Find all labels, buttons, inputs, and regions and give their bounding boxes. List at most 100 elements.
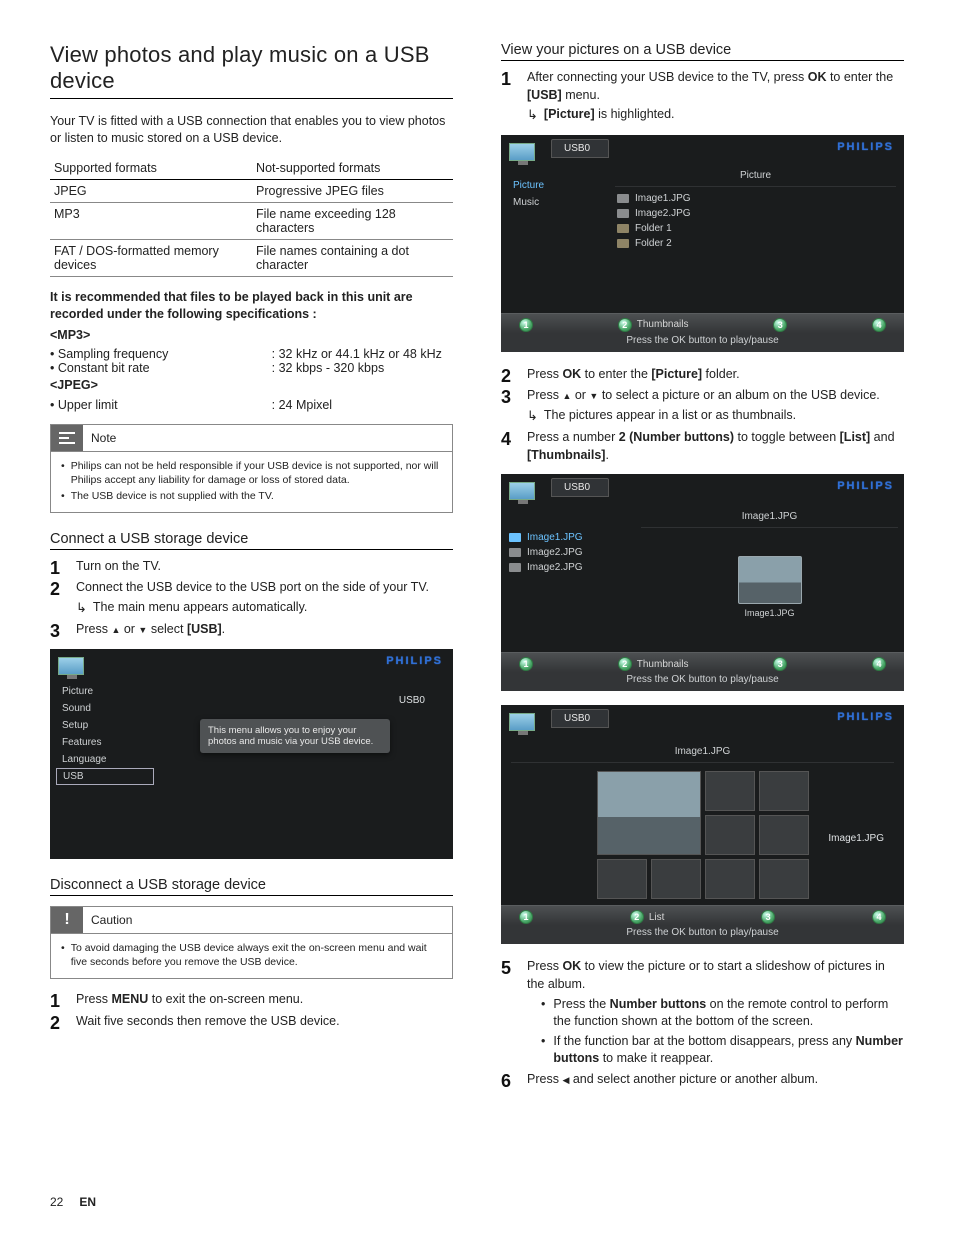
spec-label: Upper limit <box>50 398 272 412</box>
note-icon <box>51 425 83 451</box>
function-bar: 1 2 Thumbnails 3 4 <box>501 652 904 672</box>
usb-tab: USB0 <box>551 139 609 158</box>
step: After connecting your USB device to the … <box>501 69 904 125</box>
num-badge-1: 1 <box>519 910 533 924</box>
mp3-label: <MP3> <box>50 327 453 344</box>
image-preview <box>738 556 802 604</box>
section-connect: Connect a USB storage device <box>50 531 453 550</box>
num-badge-3: 3 <box>773 657 787 671</box>
image-file-icon <box>617 209 629 218</box>
step: Press OK to view the picture or to start… <box>501 958 904 1067</box>
grid-cell <box>759 859 809 899</box>
grid-cell-selected <box>597 771 701 855</box>
bar-label: Thumbnails <box>637 659 689 670</box>
view-steps-c: Press OK to view the picture or to start… <box>501 958 904 1088</box>
num-badge-2: 2 <box>630 910 644 924</box>
menu-item: Features <box>50 734 160 751</box>
note-item: The USB device is not supplied with the … <box>71 489 274 503</box>
tv-screenshot-thumbnail-view: PHILIPS USB0 Image1.JPG Image1.JPG <box>501 705 904 944</box>
folder-icon <box>617 239 629 248</box>
spec-label: Constant bit rate <box>50 361 272 375</box>
file-item: Image2.JPG <box>615 206 896 221</box>
function-bar: 1 2List 3 4 <box>501 905 904 925</box>
result-arrow-icon <box>527 407 538 426</box>
step-bullet: If the function bar at the bottom disapp… <box>553 1033 904 1067</box>
caution-callout: ! Caution To avoid damaging the USB devi… <box>50 906 453 979</box>
num-badge-3: 3 <box>773 318 787 332</box>
num-badge-1: 1 <box>519 657 533 671</box>
menu-item: Sound <box>50 700 160 717</box>
tv-screenshot-usb-picture: PHILIPS USB0 Picture Music Picture Image… <box>501 135 904 352</box>
monitor-icon <box>509 713 535 731</box>
jpeg-label: <JPEG> <box>50 377 453 394</box>
formats-table: Supported formats Not-supported formats … <box>50 157 453 277</box>
file-item: Image1.JPG <box>615 191 896 206</box>
num-badge-2: 2 <box>618 318 632 332</box>
result-arrow-icon <box>527 106 538 125</box>
page-number: 22 <box>50 1195 76 1209</box>
table-row: JPEG Progressive JPEG files <box>50 179 453 202</box>
num-badge-4: 4 <box>872 657 886 671</box>
bar-hint: Press the OK button to play/pause <box>501 672 904 691</box>
menu-item: Setup <box>50 717 160 734</box>
panel-header: Image1.JPG <box>641 508 898 528</box>
step: Press OK to enter the [Picture] folder. <box>501 366 904 384</box>
spec-value: : 32 kHz or 44.1 kHz or 48 kHz <box>272 347 453 361</box>
disconnect-steps: Press MENU to exit the on-screen menu. W… <box>50 991 453 1030</box>
usb-tab: USB0 <box>551 709 609 728</box>
down-arrow-icon <box>589 388 598 402</box>
section-disconnect: Disconnect a USB storage device <box>50 877 453 896</box>
image-file-icon <box>509 563 521 572</box>
num-badge-2: 2 <box>618 657 632 671</box>
down-arrow-icon <box>138 622 147 636</box>
file-item-selected: Image1.JPG <box>507 530 641 545</box>
brand-logo: PHILIPS <box>386 655 443 667</box>
spec-label: Sampling frequency <box>50 347 272 361</box>
file-item: Folder 1 <box>615 221 896 236</box>
step: Press or to select a picture or an album… <box>501 387 904 425</box>
num-badge-3: 3 <box>761 910 775 924</box>
function-bar: 1 2Thumbnails 3 4 <box>501 313 904 333</box>
file-item: Folder 2 <box>615 236 896 251</box>
intro-text: Your TV is fitted with a USB connection … <box>50 113 453 147</box>
usb-label: USB0 <box>399 695 425 706</box>
monitor-icon <box>509 143 535 161</box>
image-file-icon <box>509 548 521 557</box>
step-result: The main menu appears automatically. <box>93 599 307 618</box>
menu-item: Language <box>50 751 160 768</box>
grid-cell <box>705 815 755 855</box>
num-badge-4: 4 <box>872 318 886 332</box>
table-row: FAT / DOS-formatted memory devices File … <box>50 239 453 276</box>
note-callout: Note Philips can not be held responsible… <box>50 424 453 513</box>
result-arrow-icon <box>76 599 87 618</box>
view-steps-b: Press OK to enter the [Picture] folder. … <box>501 366 904 465</box>
camera-icon <box>509 533 521 542</box>
menu-item-selected: Picture <box>501 177 611 194</box>
bar-hint: Press the OK button to play/pause <box>501 333 904 352</box>
section-view-pictures: View your pictures on a USB device <box>501 42 904 61</box>
brand-logo: PHILIPS <box>837 711 894 723</box>
bar-label: List <box>649 912 665 923</box>
tooltip: This menu allows you to enjoy your photo… <box>200 719 390 753</box>
spec-title: It is recommended that files to be playe… <box>50 289 453 323</box>
grid-cell <box>705 859 755 899</box>
brand-logo: PHILIPS <box>837 480 894 492</box>
step-result: The pictures appear in a list or as thum… <box>544 407 796 426</box>
brand-logo: PHILIPS <box>837 141 894 153</box>
grid-cell <box>759 771 809 811</box>
panel-header: Image1.JPG <box>511 743 894 763</box>
file-item: Image2.JPG <box>507 545 641 560</box>
caution-title: Caution <box>91 913 132 927</box>
step: Press and select another picture or anot… <box>501 1071 904 1089</box>
view-steps-a: After connecting your USB device to the … <box>501 69 904 125</box>
tv-screenshot-main-menu: PHILIPS Picture Sound Setup Features Lan… <box>50 649 453 859</box>
grid-cell <box>759 815 809 855</box>
menu-item: Picture <box>50 683 160 700</box>
step: Turn on the TV. <box>50 558 453 576</box>
page-footer: 22 EN <box>50 1195 96 1209</box>
num-badge-1: 1 <box>519 318 533 332</box>
spec-value: : 24 Mpixel <box>272 398 453 412</box>
table-row: MP3 File name exceeding 128 characters <box>50 202 453 239</box>
thumbnail-grid <box>597 771 809 899</box>
step-bullet: Press the Number buttons on the remote c… <box>553 996 904 1030</box>
